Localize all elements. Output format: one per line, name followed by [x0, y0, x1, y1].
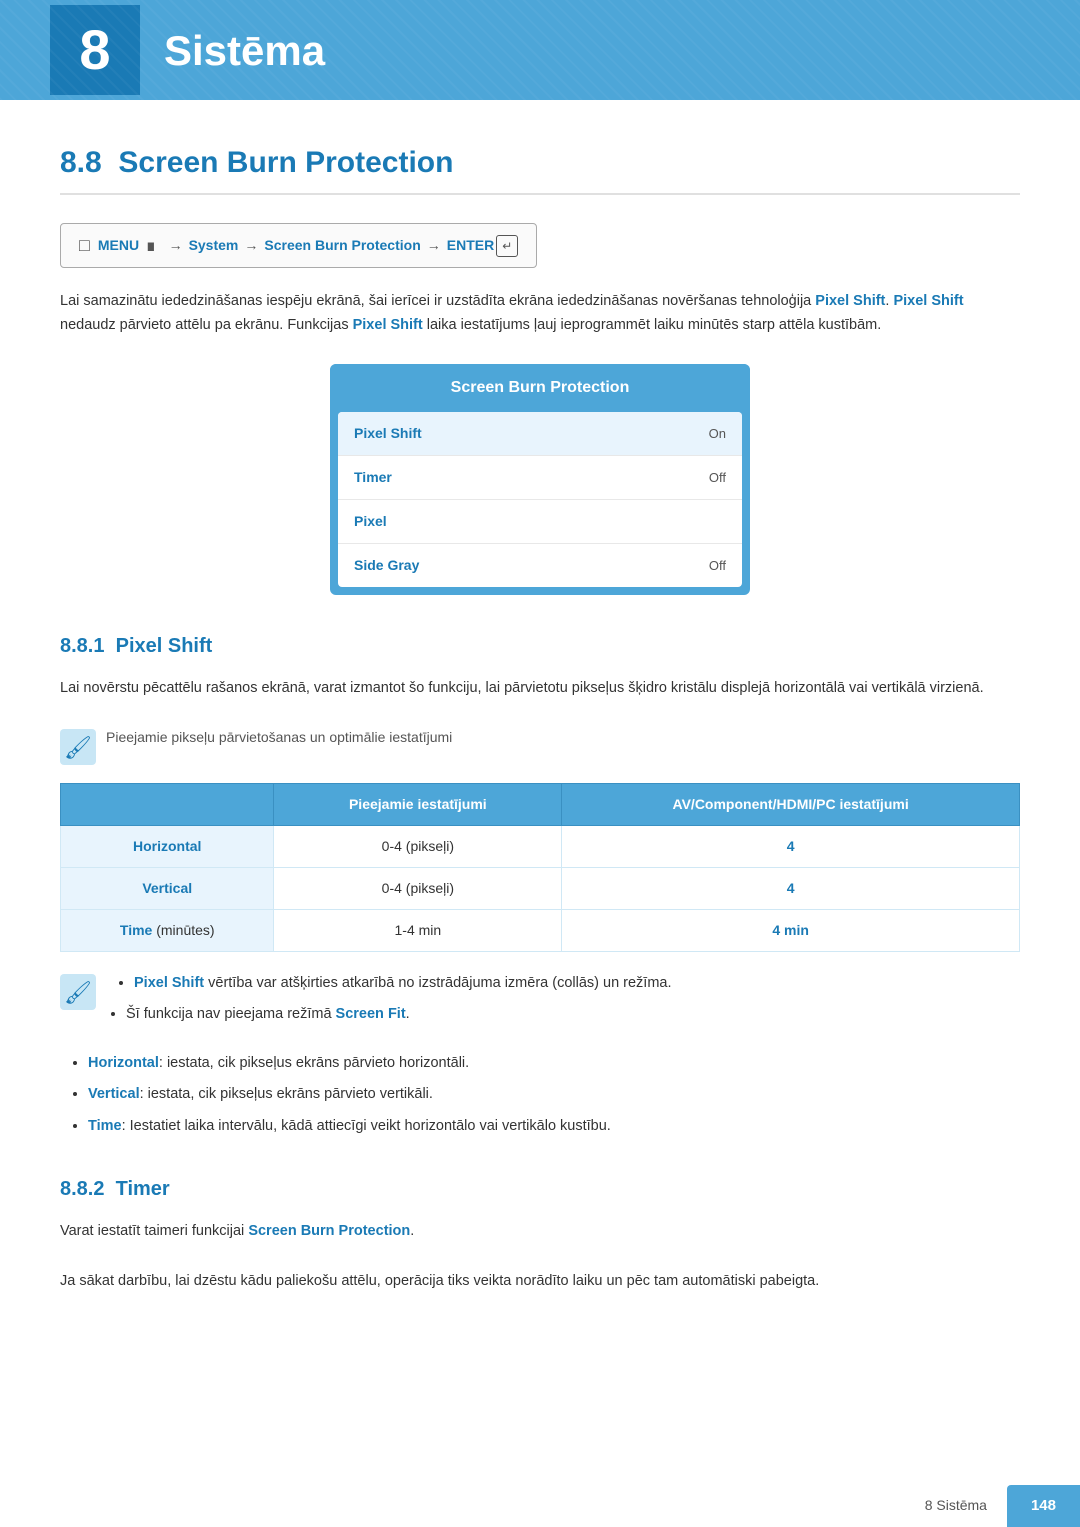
- table-row-vertical: Vertical 0-4 (pikseļi) 4: [61, 867, 1020, 909]
- menu-item-value-side-gray: Off: [709, 556, 726, 576]
- section-description: Lai samazinātu iededzināšanas iespēju ek…: [60, 290, 1020, 338]
- menu-item-label-timer: Timer: [354, 467, 392, 488]
- table-row-time: Time (minūtes) 1-4 min 4 min: [61, 909, 1020, 951]
- menu-item-value-pixel-shift: On: [709, 424, 726, 444]
- table-cell-horizontal-range: 0-4 (pikseļi): [274, 825, 562, 867]
- menu-icon: □: [79, 232, 90, 259]
- table-row-horizontal: Horizontal 0-4 (pikseļi) 4: [61, 825, 1020, 867]
- table-cell-vertical-value: 4: [562, 867, 1020, 909]
- note-row-bullets: 🖌 Pixel Shift vērtība var atšķirties atk…: [60, 972, 1020, 1034]
- menu-screen-burn: Screen Burn Protection: [264, 235, 420, 256]
- menu-grid-icon: ∎: [145, 232, 156, 259]
- svg-text:🖌: 🖌: [64, 735, 92, 760]
- menu-box-items: Pixel Shift On Timer Off Pixel Side Gray…: [338, 412, 742, 587]
- bullet-horizontal: Horizontal: iestata, cik pikseļus ekrāns…: [88, 1052, 1020, 1075]
- menu-item-side-gray: Side Gray Off: [338, 544, 742, 587]
- note-bullet-2: Šī funkcija nav pieejama režīmā Screen F…: [126, 1003, 672, 1026]
- menu-label: MENU: [98, 235, 139, 256]
- menu-box-title: Screen Burn Protection: [330, 364, 750, 412]
- table-header-empty: [61, 783, 274, 825]
- pixel-shift-table: Pieejamie iestatījumi AV/Component/HDMI/…: [60, 783, 1020, 952]
- enter-key-icon: ↵: [496, 235, 518, 257]
- note-icon: 🖌: [60, 729, 96, 765]
- note-row-table: 🖌 Pieejamie pikseļu pārvietošanas un opt…: [60, 727, 1020, 765]
- footer-right: 8 Sistēma 148: [925, 1485, 1080, 1527]
- note-text: Pieejamie pikseļu pārvietošanas un optim…: [106, 727, 452, 749]
- menu-item-value-timer: Off: [709, 468, 726, 488]
- menu-item-timer: Timer Off: [338, 456, 742, 500]
- subsection-1-heading: 8.8.1 Pixel Shift: [60, 631, 1020, 661]
- bullet-time: Time: Iestatiet laika intervālu, kādā at…: [88, 1115, 1020, 1138]
- table-cell-vertical-range: 0-4 (pikseļi): [274, 867, 562, 909]
- screen-burn-menu-box: Screen Burn Protection Pixel Shift On Ti…: [330, 364, 750, 595]
- menu-item-pixel-shift: Pixel Shift On: [338, 412, 742, 456]
- subsection-2-description-2: Ja sākat darbību, lai dzēstu kādu paliek…: [60, 1270, 1020, 1294]
- chapter-header: 8 Sistēma: [0, 0, 1080, 100]
- screen-burn-highlight: Screen Burn Protection: [248, 1223, 410, 1239]
- main-content: 8.8 Screen Burn Protection □ MENU ∎ → Sy…: [0, 100, 1080, 1400]
- table-cell-horizontal-value: 4: [562, 825, 1020, 867]
- subsection-2-heading: 8.8.2 Timer: [60, 1174, 1020, 1204]
- menu-item-label-pixel: Pixel: [354, 511, 387, 532]
- table-cell-time-range: 1-4 min: [274, 909, 562, 951]
- note-sub-bullets: Pixel Shift vērtība var atšķirties atkar…: [106, 972, 672, 1026]
- menu-system: System: [189, 235, 239, 256]
- table-header-av: AV/Component/HDMI/PC iestatījumi: [562, 783, 1020, 825]
- bullet-vertical: Vertical: iestata, cik pikseļus ekrāns p…: [88, 1083, 1020, 1106]
- menu-item-pixel: Pixel: [338, 500, 742, 544]
- page-footer: 8 Sistēma 148: [0, 1485, 1080, 1527]
- page-number-badge: 148: [1007, 1485, 1080, 1527]
- note-bullet-1: Pixel Shift vērtība var atšķirties atkar…: [134, 972, 672, 995]
- table-header-pieejamie: Pieejamie iestatījumi: [274, 783, 562, 825]
- menu-item-label-pixel-shift: Pixel Shift: [354, 423, 422, 444]
- section-heading: 8.8 Screen Burn Protection: [60, 140, 1020, 195]
- subsection-1-description: Lai novērstu pēcattēlu rašanos ekrānā, v…: [60, 677, 1020, 701]
- footer-section-label: 8 Sistēma: [925, 1495, 987, 1516]
- table-cell-time-value: 4 min: [562, 909, 1020, 951]
- note-bullets-container: Pixel Shift vērtība var atšķirties atkar…: [106, 972, 672, 1034]
- subsection-2-description-1: Varat iestatīt taimeri funkcijai Screen …: [60, 1220, 1020, 1244]
- svg-text:🖌: 🖌: [64, 980, 92, 1005]
- menu-path-box: □ MENU ∎ → System → Screen Burn Protecti…: [60, 223, 537, 268]
- note-icon-2: 🖌: [60, 974, 96, 1010]
- menu-enter: ENTER: [447, 235, 494, 256]
- chapter-number: 8: [50, 5, 140, 95]
- main-bullet-list: Horizontal: iestata, cik pikseļus ekrāns…: [60, 1052, 1020, 1138]
- chapter-title: Sistēma: [164, 19, 325, 82]
- menu-item-label-side-gray: Side Gray: [354, 555, 419, 576]
